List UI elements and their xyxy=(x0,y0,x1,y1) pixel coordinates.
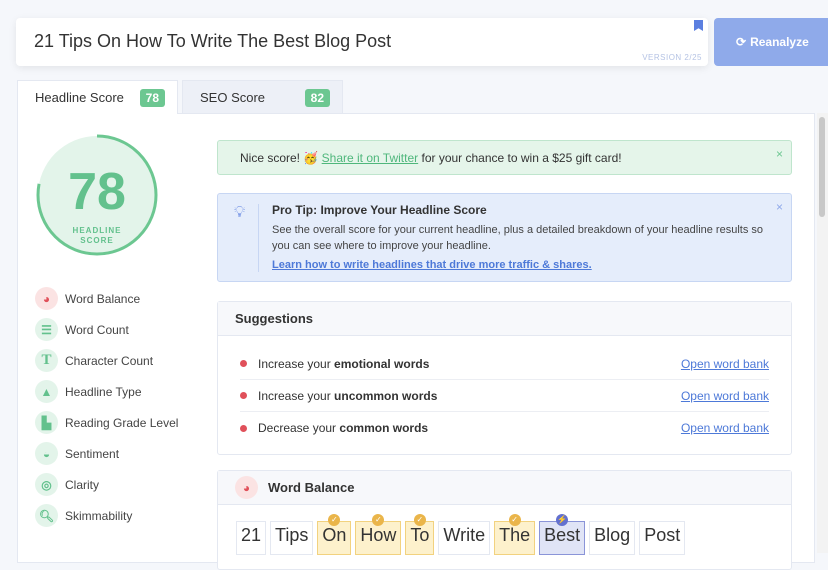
card-header: ◕ Word Balance xyxy=(218,471,791,505)
nav-reading-grade[interactable]: ▙ Reading Grade Level xyxy=(35,407,178,438)
search-icon: 🔍︎ xyxy=(35,504,58,527)
check-icon: ✓ xyxy=(508,514,521,526)
word-chip[interactable]: Blog xyxy=(589,521,636,555)
word-chip[interactable]: Best ⚡ xyxy=(539,514,586,555)
word-balance-card: ◕ Word Balance 21 Tips On ✓ How ✓ To ✓ Write The ✓ B… xyxy=(217,470,792,570)
check-icon: ✓ xyxy=(413,514,426,526)
nav-word-balance[interactable]: ◕ Word Balance xyxy=(35,283,178,314)
pie-chart-icon: ◕ xyxy=(235,476,258,499)
close-icon[interactable]: × xyxy=(776,147,783,161)
target-icon: ◎ xyxy=(35,473,58,496)
card-title: Suggestions xyxy=(218,302,791,336)
nav-sentiment[interactable]: ◒ Sentiment xyxy=(35,438,178,469)
word-chip[interactable]: To ✓ xyxy=(405,514,435,555)
score-badge: 82 xyxy=(304,88,330,107)
suggestion-row: Increase your emotional words Open word b… xyxy=(240,348,769,380)
word-chip[interactable]: How ✓ xyxy=(355,514,402,555)
book-icon: ▙ xyxy=(35,411,58,434)
sidebar-nav: ◕ Word Balance ☰ Word Count T Character Cou… xyxy=(35,283,178,531)
tab-headline-score[interactable]: Headline Score 78 xyxy=(17,80,178,114)
nav-character-count[interactable]: T Character Count xyxy=(35,345,178,376)
tab-label: Headline Score xyxy=(35,90,124,105)
headline-input[interactable]: 21 Tips On How To Write The Best Blog Po… xyxy=(16,18,708,66)
pie-chart-icon: ◕ xyxy=(35,287,58,310)
tab-seo-score[interactable]: SEO Score 82 xyxy=(182,80,343,114)
word-chip[interactable]: Post xyxy=(639,521,686,555)
word-chip[interactable]: Write xyxy=(438,521,491,555)
tab-label: SEO Score xyxy=(200,90,266,105)
nav-word-count[interactable]: ☰ Word Count xyxy=(35,314,178,345)
close-icon[interactable]: × xyxy=(776,200,783,214)
word-chip[interactable]: The ✓ xyxy=(494,514,536,555)
card-title: Word Balance xyxy=(268,480,355,495)
headline-text[interactable]: 21 Tips On How To Write The Best Blog Po… xyxy=(34,31,391,52)
suggestion-row: Decrease your common words Open word bank xyxy=(240,412,769,444)
nav-headline-type[interactable]: ▲ Headline Type xyxy=(35,376,178,407)
tip-body: See the overall score for your current h… xyxy=(272,224,764,252)
word-chip[interactable]: On ✓ xyxy=(317,514,352,555)
reanalyze-label: Reanalyze xyxy=(750,35,809,49)
bookmark-icon[interactable] xyxy=(694,20,703,31)
nav-clarity[interactable]: ◎ Clarity xyxy=(35,469,178,500)
open-word-bank-link[interactable]: Open word bank xyxy=(681,421,769,435)
score-label: HEADLINE SCORE xyxy=(72,226,122,245)
nav-skimmability[interactable]: 🔍︎ Skimmability xyxy=(35,500,178,531)
share-twitter-link[interactable]: Share it on Twitter xyxy=(322,151,419,165)
suggestions-card: Suggestions Increase your emotional word… xyxy=(217,301,792,455)
word-chip[interactable]: 21 xyxy=(236,521,267,555)
score-value: 78 xyxy=(68,163,126,221)
open-word-bank-link[interactable]: Open word bank xyxy=(681,357,769,371)
version-label: VERSION 2/25 xyxy=(642,53,702,62)
score-badge: 78 xyxy=(139,88,165,107)
smile-icon: ◒ xyxy=(35,442,58,465)
suggestion-row: Increase your uncommon words Open word ba… xyxy=(240,380,769,412)
refresh-icon: ⟳ xyxy=(736,35,747,49)
shapes-icon: ▲ xyxy=(35,380,58,403)
word-chip[interactable]: Tips xyxy=(270,521,314,555)
reanalyze-button[interactable]: ⟳ Reanalyze xyxy=(714,18,828,66)
tip-title: Pro Tip: Improve Your Headline Score xyxy=(272,203,487,217)
open-word-bank-link[interactable]: Open word bank xyxy=(681,389,769,403)
share-alert: Nice score! 🥳 Share it on Twitter for yo… xyxy=(217,140,792,175)
party-emoji-icon: 🥳 xyxy=(303,151,319,165)
tip-link[interactable]: Learn how to write headlines that drive … xyxy=(272,259,592,271)
lightbulb-icon: 💡︎ xyxy=(234,204,246,221)
scrollbar[interactable] xyxy=(817,113,828,553)
lines-icon: ☰ xyxy=(35,318,58,341)
text-icon: T xyxy=(35,349,58,372)
word-list: 21 Tips On ✓ How ✓ To ✓ Write The ✓ Best ⚡ Blog Post xyxy=(218,505,791,555)
pro-tip: 💡︎ Pro Tip: Improve Your Headline Score … xyxy=(217,193,792,282)
